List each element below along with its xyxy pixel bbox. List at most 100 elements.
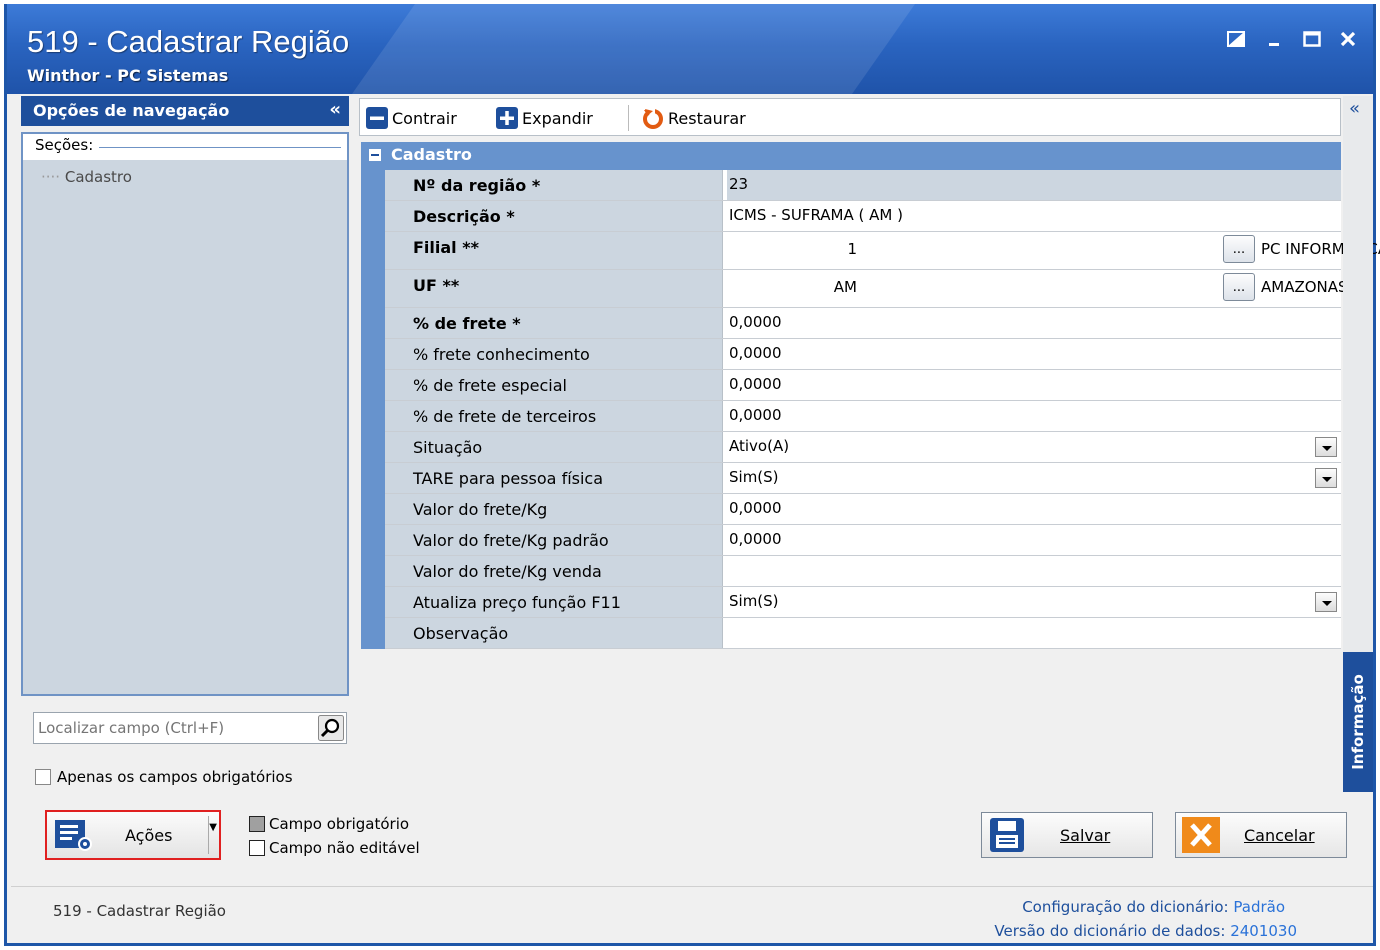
dictionary-version: Versão do dicionário de dados: 2401030	[994, 922, 1297, 940]
frete-field[interactable]: 0,0000	[727, 308, 1341, 338]
navigation-header-label: Opções de navegação	[33, 101, 230, 120]
search-icon[interactable]	[318, 715, 344, 741]
row-observacao: Observação	[385, 618, 1341, 649]
field-label: Filial **	[385, 232, 723, 269]
field-label: % de frete especial	[385, 370, 723, 400]
valor-frete-kg-field[interactable]: 0,0000	[727, 494, 1341, 524]
status-window-name: 519 - Cadastrar Região	[53, 902, 226, 920]
legend: Campo obrigatório Campo não editável	[249, 812, 420, 860]
save-button[interactable]: Salvar	[981, 812, 1153, 858]
filial-code: 1	[847, 240, 857, 258]
frete-terceiros-field[interactable]: 0,0000	[727, 401, 1341, 431]
title-bar: 519 - Cadastrar Região Winthor - PC Sist…	[7, 4, 1373, 94]
application-window: 519 - Cadastrar Região Winthor - PC Sist…	[4, 4, 1380, 946]
minus-icon	[366, 107, 388, 129]
maximize-icon[interactable]	[1299, 26, 1325, 52]
valor-frete-kg-venda-field[interactable]	[727, 556, 1341, 586]
checkbox-box[interactable]	[35, 769, 51, 785]
sidebar-item-label: Cadastro	[64, 168, 132, 186]
dropdown-arrow-icon[interactable]	[1315, 468, 1337, 488]
grid-toolbar: Contrair Expandir Restaurar	[359, 98, 1341, 136]
row-atualiza-preco: Atualiza preço função F11 Sim(S)	[385, 587, 1341, 618]
filial-lookup-button[interactable]: ...	[1223, 235, 1255, 263]
field-label: UF **	[385, 270, 723, 307]
row-frete: % de frete * 0,0000	[385, 308, 1341, 339]
actions-button[interactable]: Ações ▼	[45, 810, 221, 860]
uf-description: AMAZONAS	[1261, 278, 1348, 296]
collapse-chevron-icon[interactable]: «	[329, 99, 341, 120]
row-tare: TARE para pessoa física Sim(S)	[385, 463, 1341, 494]
tare-value: Sim(S)	[729, 468, 779, 486]
field-label: % de frete *	[385, 308, 723, 338]
cancel-label: Cancelar	[1244, 826, 1315, 845]
search-input[interactable]	[38, 716, 310, 740]
valor-frete-kg-padrao-field[interactable]: 0,0000	[727, 525, 1341, 555]
category-header[interactable]: Cadastro	[361, 142, 1341, 170]
frete-conhecimento-field[interactable]: 0,0000	[727, 339, 1341, 369]
row-filial: Filial ** 1 ... PC INFORMATICA 01	[385, 232, 1380, 270]
atualiza-preco-value: Sim(S)	[729, 592, 779, 610]
info-panel-label: Informação	[1349, 674, 1367, 770]
restore-button[interactable]: Restaurar	[642, 105, 746, 131]
plus-icon	[496, 107, 518, 129]
row-frete-conhecimento: % frete conhecimento 0,0000	[385, 339, 1341, 370]
main-panel: Contrair Expandir Restaurar Cadastro Nº …	[359, 96, 1380, 656]
actions-icon	[55, 820, 93, 856]
sections-label: Seções:	[31, 136, 100, 154]
actions-label: Ações	[125, 826, 173, 845]
window-title: 519 - Cadastrar Região	[27, 24, 350, 59]
expand-chevron-icon[interactable]: «	[1349, 98, 1360, 119]
situacao-select[interactable]: Ativo(A)	[727, 432, 1341, 462]
row-uf: UF ** AM ... AMAZONAS	[385, 270, 1348, 308]
frete-especial-field[interactable]: 0,0000	[727, 370, 1341, 400]
dictionary-config: Configuração do dicionário: Padrão	[1022, 898, 1285, 916]
sidebar-item-cadastro[interactable]: ···· Cadastro	[41, 168, 132, 186]
regiao-field: 23	[727, 170, 1341, 200]
close-icon[interactable]	[1335, 26, 1361, 52]
field-label: % frete conhecimento	[385, 339, 723, 369]
row-valor-frete-kg-padrao: Valor do frete/Kg padrão 0,0000	[385, 525, 1341, 556]
restore-window-icon[interactable]	[1223, 26, 1249, 52]
navigation-header: Opções de navegação «	[21, 96, 349, 126]
category-label: Cadastro	[391, 145, 472, 164]
cancel-button[interactable]: Cancelar	[1175, 812, 1347, 858]
tare-select[interactable]: Sim(S)	[727, 463, 1341, 493]
field-label: Descrição *	[385, 201, 723, 231]
only-required-label: Apenas os campos obrigatórios	[57, 768, 293, 786]
property-grid: Cadastro Nº da região * 23 Descrição * I…	[361, 142, 1380, 649]
uf-lookup-button[interactable]: ...	[1223, 273, 1255, 301]
descricao-field[interactable]: ICMS - SUFRAMA ( AM )	[727, 201, 1341, 231]
field-label: % de frete de terceiros	[385, 401, 723, 431]
save-disk-icon	[990, 818, 1024, 856]
observacao-field[interactable]	[727, 618, 1341, 648]
minimize-icon[interactable]	[1261, 26, 1287, 52]
field-label: Situação	[385, 432, 723, 462]
row-descricao: Descrição * ICMS - SUFRAMA ( AM )	[385, 201, 1341, 232]
field-label: Atualiza preço função F11	[385, 587, 723, 617]
field-label: Valor do frete/Kg	[385, 494, 723, 524]
dropdown-arrow-icon[interactable]	[1315, 437, 1337, 457]
collapse-button[interactable]: Contrair	[366, 105, 457, 131]
info-panel-tab[interactable]: « Informação	[1343, 96, 1373, 792]
window-subtitle: Winthor - PC Sistemas	[27, 66, 229, 85]
filial-field[interactable]: 1 ... PC INFORMATICA 01	[727, 232, 1380, 269]
restore-icon	[643, 108, 663, 129]
only-required-checkbox[interactable]: Apenas os campos obrigatórios	[35, 768, 293, 786]
row-valor-frete-kg-venda: Valor do frete/Kg venda	[385, 556, 1341, 587]
uf-code: AM	[833, 278, 857, 296]
collapse-category-icon[interactable]	[369, 149, 381, 161]
expand-button[interactable]: Expandir	[496, 105, 593, 131]
field-label: Observação	[385, 618, 723, 648]
situacao-value: Ativo(A)	[729, 437, 790, 455]
field-label: Nº da região *	[385, 170, 723, 200]
field-label: Valor do frete/Kg venda	[385, 556, 723, 586]
uf-field[interactable]: AM ... AMAZONAS	[727, 270, 1348, 307]
cancel-x-icon	[1182, 817, 1220, 857]
dropdown-arrow-icon[interactable]	[1315, 592, 1337, 612]
atualiza-preco-select[interactable]: Sim(S)	[727, 587, 1341, 617]
row-frete-especial: % de frete especial 0,0000	[385, 370, 1341, 401]
dropdown-arrow-icon[interactable]: ▼	[209, 822, 217, 833]
dictionary-config-value[interactable]: Padrão	[1233, 898, 1285, 916]
row-regiao: Nº da região * 23	[385, 170, 1341, 201]
legend-required: Campo obrigatório	[249, 812, 420, 836]
